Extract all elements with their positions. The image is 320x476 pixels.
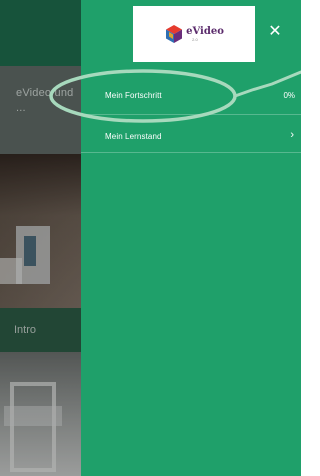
close-button[interactable]: ✕	[265, 22, 285, 42]
cube-logo-icon	[166, 25, 183, 43]
menu-item-mein-fortschritt[interactable]: Mein Fortschritt 0%	[81, 74, 301, 115]
drawer-menu: Mein Fortschritt 0% Mein Lernstand ›	[81, 74, 301, 153]
logo-wordmark: eVideo	[186, 26, 224, 37]
menu-item-label: Mein Lernstand	[105, 132, 162, 141]
menu-item-mein-lernstand[interactable]: Mein Lernstand ›	[81, 115, 301, 153]
menu-item-label: Mein Fortschritt	[105, 91, 162, 100]
logo-text: eVideo 2.0	[186, 26, 224, 42]
logo-version: 2.0	[192, 37, 198, 42]
close-icon: ✕	[268, 23, 282, 40]
navigation-drawer: eVideo 2.0 ✕ Mein Fortschritt 0% Mein Le…	[81, 0, 301, 476]
logo-inner: eVideo 2.0	[164, 24, 224, 44]
progress-value: 0%	[283, 91, 295, 100]
app: eVideo und ... Intro eVideo 2.0 ✕ Mein F…	[0, 0, 301, 476]
logo: eVideo 2.0	[133, 6, 255, 62]
chevron-right-icon: ›	[290, 129, 294, 141]
